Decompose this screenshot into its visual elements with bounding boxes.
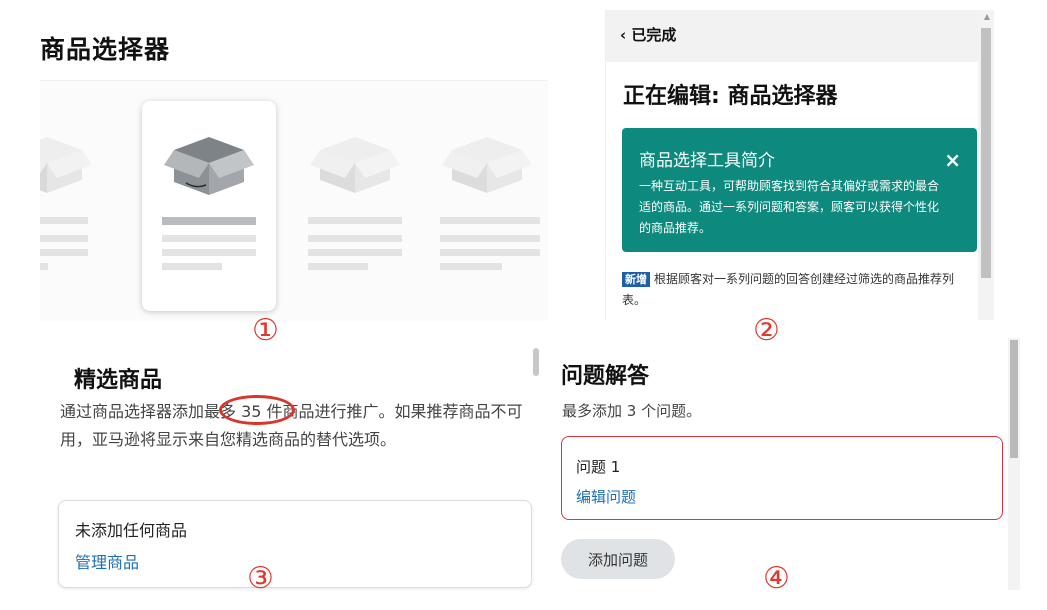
new-feature-note: 新增 根据顾客对一系列问题的回答创建经过筛选的商品推荐列表。 <box>622 269 967 311</box>
product-card-carousel <box>40 80 548 321</box>
product-selector-title: 商品选择器 <box>40 35 171 64</box>
package-box-icon <box>40 137 92 193</box>
done-back-button[interactable]: ‹ 已完成 <box>620 24 676 45</box>
annotation-marker-1: ① <box>252 313 279 348</box>
question-label: 问题 1 <box>576 458 621 476</box>
qa-subtitle: 最多添加 3 个问题。 <box>562 402 702 420</box>
product-card[interactable] <box>40 101 114 311</box>
highlight-ellipse <box>219 395 295 425</box>
scrollbar-thumb[interactable] <box>1010 340 1018 458</box>
editing-heading: 正在编辑: 商品选择器 <box>623 84 838 109</box>
intro-info-card: 商品选择工具简介 × 一种互动工具，可帮助顾客找到符合其偏好或需求的最合适的商品… <box>622 128 977 252</box>
product-card[interactable] <box>420 101 548 311</box>
intro-card-title: 商品选择工具简介 <box>639 151 775 171</box>
package-box-icon <box>442 137 532 193</box>
featured-products-description: 通过商品选择器添加最多 35 件商品进行推广。如果推荐商品不可用，亚马逊将显示来… <box>60 402 523 449</box>
package-box-icon <box>310 137 400 193</box>
editor-panel: ‹ 已完成 正在编辑: 商品选择器 商品选择工具简介 × 一种互动工具，可帮助顾… <box>605 10 994 320</box>
featured-products-title: 精选商品 <box>74 368 163 393</box>
editor-top-bar: ‹ 已完成 <box>606 10 978 62</box>
question-card[interactable]: 问题 1 编辑问题 <box>561 436 1003 520</box>
product-card-selected[interactable] <box>142 101 276 311</box>
no-products-text: 未添加任何商品 <box>75 521 188 540</box>
package-box-icon <box>164 137 254 195</box>
product-card[interactable] <box>288 101 422 311</box>
new-feature-text: 根据顾客对一系列问题的回答创建经过筛选的商品推荐列表。 <box>622 272 955 307</box>
add-question-button[interactable]: 添加问题 <box>561 539 675 579</box>
intro-card-body: 一种互动工具，可帮助顾客找到符合其偏好或需求的最合适的商品。通过一系列问题和答案… <box>639 179 940 235</box>
new-badge: 新增 <box>622 272 650 287</box>
edit-question-link[interactable]: 编辑问题 <box>576 486 636 507</box>
qa-title: 问题解答 <box>561 364 650 389</box>
scrollbar-thumb[interactable] <box>981 28 991 278</box>
annotation-marker-2: ② <box>753 313 780 348</box>
featured-products-card: 未添加任何商品 管理商品 <box>58 500 532 588</box>
scrollbar-thumb[interactable] <box>533 348 539 376</box>
annotation-marker-3: ③ <box>247 561 274 596</box>
annotation-marker-4: ④ <box>763 561 790 596</box>
close-icon[interactable]: × <box>944 148 961 172</box>
manage-products-link[interactable]: 管理商品 <box>75 549 139 573</box>
scroll-up-arrow-icon[interactable]: ▲ <box>984 12 990 21</box>
